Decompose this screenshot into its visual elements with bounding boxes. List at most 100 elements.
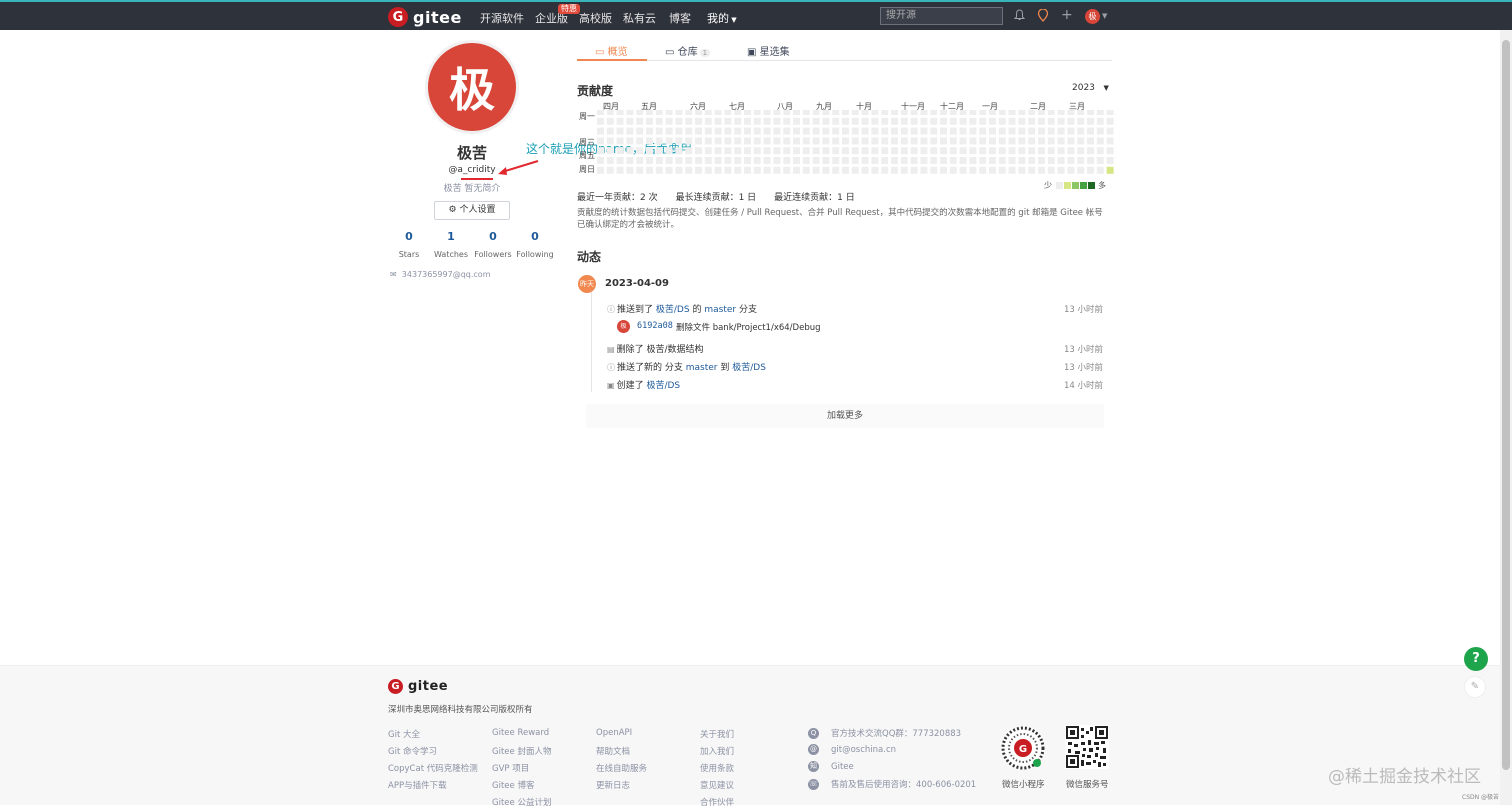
nav-item-mine[interactable]: 我的 ▼ bbox=[707, 10, 737, 26]
footer-link[interactable]: 意见建议 bbox=[700, 779, 734, 791]
heatmap-cell bbox=[940, 147, 947, 155]
tab-stars[interactable]: ▣ 星选集 bbox=[747, 43, 790, 58]
branch-link[interactable]: master bbox=[686, 363, 718, 373]
heatmap-cell bbox=[724, 127, 732, 135]
stat-watches[interactable]: 1 Watches bbox=[429, 230, 473, 259]
footer-link[interactable]: Git 大全 bbox=[388, 728, 420, 740]
scrollbar-thumb[interactable] bbox=[1502, 40, 1510, 770]
footer-logo[interactable]: G gitee bbox=[388, 679, 448, 694]
heatmap-cell bbox=[597, 127, 604, 135]
heatmap-cell bbox=[842, 137, 849, 145]
footer-link[interactable]: 在线自助服务 bbox=[596, 762, 647, 774]
heatmap-cell bbox=[704, 117, 712, 125]
heatmap-cell bbox=[734, 117, 742, 125]
footer-link[interactable]: 关于我们 bbox=[700, 728, 734, 740]
stat-following[interactable]: 0 Following bbox=[513, 230, 557, 259]
footer-link[interactable]: 帮助文档 bbox=[596, 745, 630, 757]
stat-stars[interactable]: 0 Stars bbox=[387, 230, 431, 259]
chevron-down-icon[interactable]: ▼ bbox=[1102, 12, 1107, 20]
heatmap-cell bbox=[998, 127, 1006, 135]
heatmap-cell bbox=[1077, 137, 1085, 145]
nav-item-private-cloud[interactable]: 私有云 bbox=[623, 10, 656, 26]
footer-link[interactable]: Gitee 公益计划 bbox=[492, 796, 551, 808]
heatmap-cell bbox=[606, 157, 614, 164]
event-text: 创建了 bbox=[616, 381, 644, 391]
heatmap-cell bbox=[665, 110, 673, 115]
footer-link[interactable]: 加入我们 bbox=[700, 745, 734, 757]
heatmap-cell bbox=[832, 110, 840, 115]
heatmap-cell bbox=[910, 166, 918, 174]
heatmap-cell bbox=[1057, 137, 1065, 145]
repo-link[interactable]: 极苦/DS bbox=[732, 363, 766, 373]
footer-link[interactable]: 使用条款 bbox=[700, 762, 734, 774]
plus-icon[interactable]: + bbox=[1061, 7, 1073, 23]
nav-item-opensource[interactable]: 开源软件 bbox=[480, 10, 524, 26]
heatmap-cell bbox=[1018, 127, 1026, 135]
heatmap-cell bbox=[998, 147, 1006, 155]
heatmap-cell bbox=[606, 166, 614, 174]
heatmap-cell bbox=[812, 137, 820, 145]
brand-text: gitee bbox=[408, 679, 449, 694]
heatmap-cell bbox=[616, 157, 624, 164]
heatmap-cell bbox=[1057, 127, 1065, 135]
chevron-down-icon: ▼ bbox=[1103, 84, 1109, 92]
load-more-button[interactable]: 加载更多 bbox=[586, 404, 1104, 428]
footer-link[interactable]: CopyCat 代码克隆检测 bbox=[388, 762, 478, 774]
footer-link[interactable]: Gitee 封面人物 bbox=[492, 745, 551, 757]
nav-item-blog[interactable]: 博客 bbox=[669, 10, 691, 26]
legend-swatch bbox=[1088, 182, 1095, 189]
footer-link[interactable]: 合作伙伴 bbox=[700, 796, 734, 808]
footer-link[interactable]: APP与插件下载 bbox=[388, 779, 447, 791]
footer-link[interactable]: Git 命令学习 bbox=[388, 745, 437, 757]
heatmap-cell bbox=[1087, 157, 1094, 164]
heatmap-cell bbox=[891, 127, 898, 135]
footer-link[interactable]: GVP 项目 bbox=[492, 762, 529, 774]
stat-followers[interactable]: 0 Followers bbox=[471, 230, 515, 259]
heatmap-cell bbox=[959, 127, 967, 135]
heatmap-cell bbox=[626, 137, 634, 145]
scrollbar[interactable] bbox=[1500, 30, 1512, 805]
footer-link[interactable]: 更新日志 bbox=[596, 779, 630, 791]
avatar[interactable]: 极 bbox=[1085, 9, 1100, 24]
nav-mine-label: 我的 bbox=[707, 12, 729, 25]
heatmap-cell bbox=[979, 166, 987, 174]
footer-link[interactable]: Gitee 博客 bbox=[492, 779, 534, 791]
personal-settings-button[interactable]: ⚙ 个人设置 bbox=[434, 201, 510, 220]
heatmap-cell bbox=[1038, 166, 1045, 174]
day-badge: 昨天 bbox=[578, 275, 596, 293]
heatmap-cell bbox=[979, 117, 987, 125]
search-input[interactable]: 搜开源 bbox=[880, 7, 1003, 25]
repo-link[interactable]: 极苦/DS bbox=[656, 305, 690, 315]
heatmap-cell bbox=[763, 117, 771, 125]
repo-link[interactable]: 极苦/DS bbox=[646, 381, 680, 391]
heatmap-cell bbox=[822, 117, 830, 125]
footer-link[interactable]: OpenAPI bbox=[596, 728, 632, 738]
heatmap-cell bbox=[979, 157, 987, 164]
bell-icon[interactable] bbox=[1013, 9, 1026, 24]
footer-link[interactable]: Gitee Reward bbox=[492, 728, 549, 738]
heatmap-cell bbox=[734, 166, 742, 174]
heatmap-cell bbox=[949, 127, 957, 135]
feedback-edit-icon[interactable]: ✎ bbox=[1464, 676, 1486, 698]
gitee-logo[interactable]: G gitee bbox=[388, 7, 462, 27]
heatmap-cell bbox=[734, 110, 742, 115]
nav-item-education[interactable]: 高校版 bbox=[579, 10, 612, 26]
branch-link[interactable]: master bbox=[704, 305, 736, 315]
contact-phone: ☏ 售前及售后使用咨询：400-606-0201 bbox=[808, 778, 976, 790]
contact-text: 官方技术交流QQ群：777320883 bbox=[831, 729, 962, 739]
heatmap-cell bbox=[822, 127, 830, 135]
tab-repos[interactable]: ▭ 仓库 1 bbox=[665, 43, 711, 58]
tab-overview[interactable]: ▭ 概览 bbox=[595, 43, 628, 58]
year-select[interactable]: 2023 ▼ bbox=[1072, 83, 1109, 93]
heatmap-cell bbox=[998, 117, 1006, 125]
commit-hash-link[interactable]: 6192a08 bbox=[637, 321, 673, 331]
heatmap-cell bbox=[675, 157, 683, 164]
heatmap-cell bbox=[646, 137, 653, 145]
event-time: 13 小时前 bbox=[1063, 305, 1103, 315]
heatmap-cell bbox=[793, 110, 800, 115]
stat-label: Following bbox=[516, 250, 554, 259]
help-button[interactable]: ? bbox=[1464, 647, 1488, 671]
heatmap-cell bbox=[900, 127, 908, 135]
heatmap-cell bbox=[1106, 147, 1114, 155]
location-pin-icon[interactable] bbox=[1037, 8, 1049, 25]
